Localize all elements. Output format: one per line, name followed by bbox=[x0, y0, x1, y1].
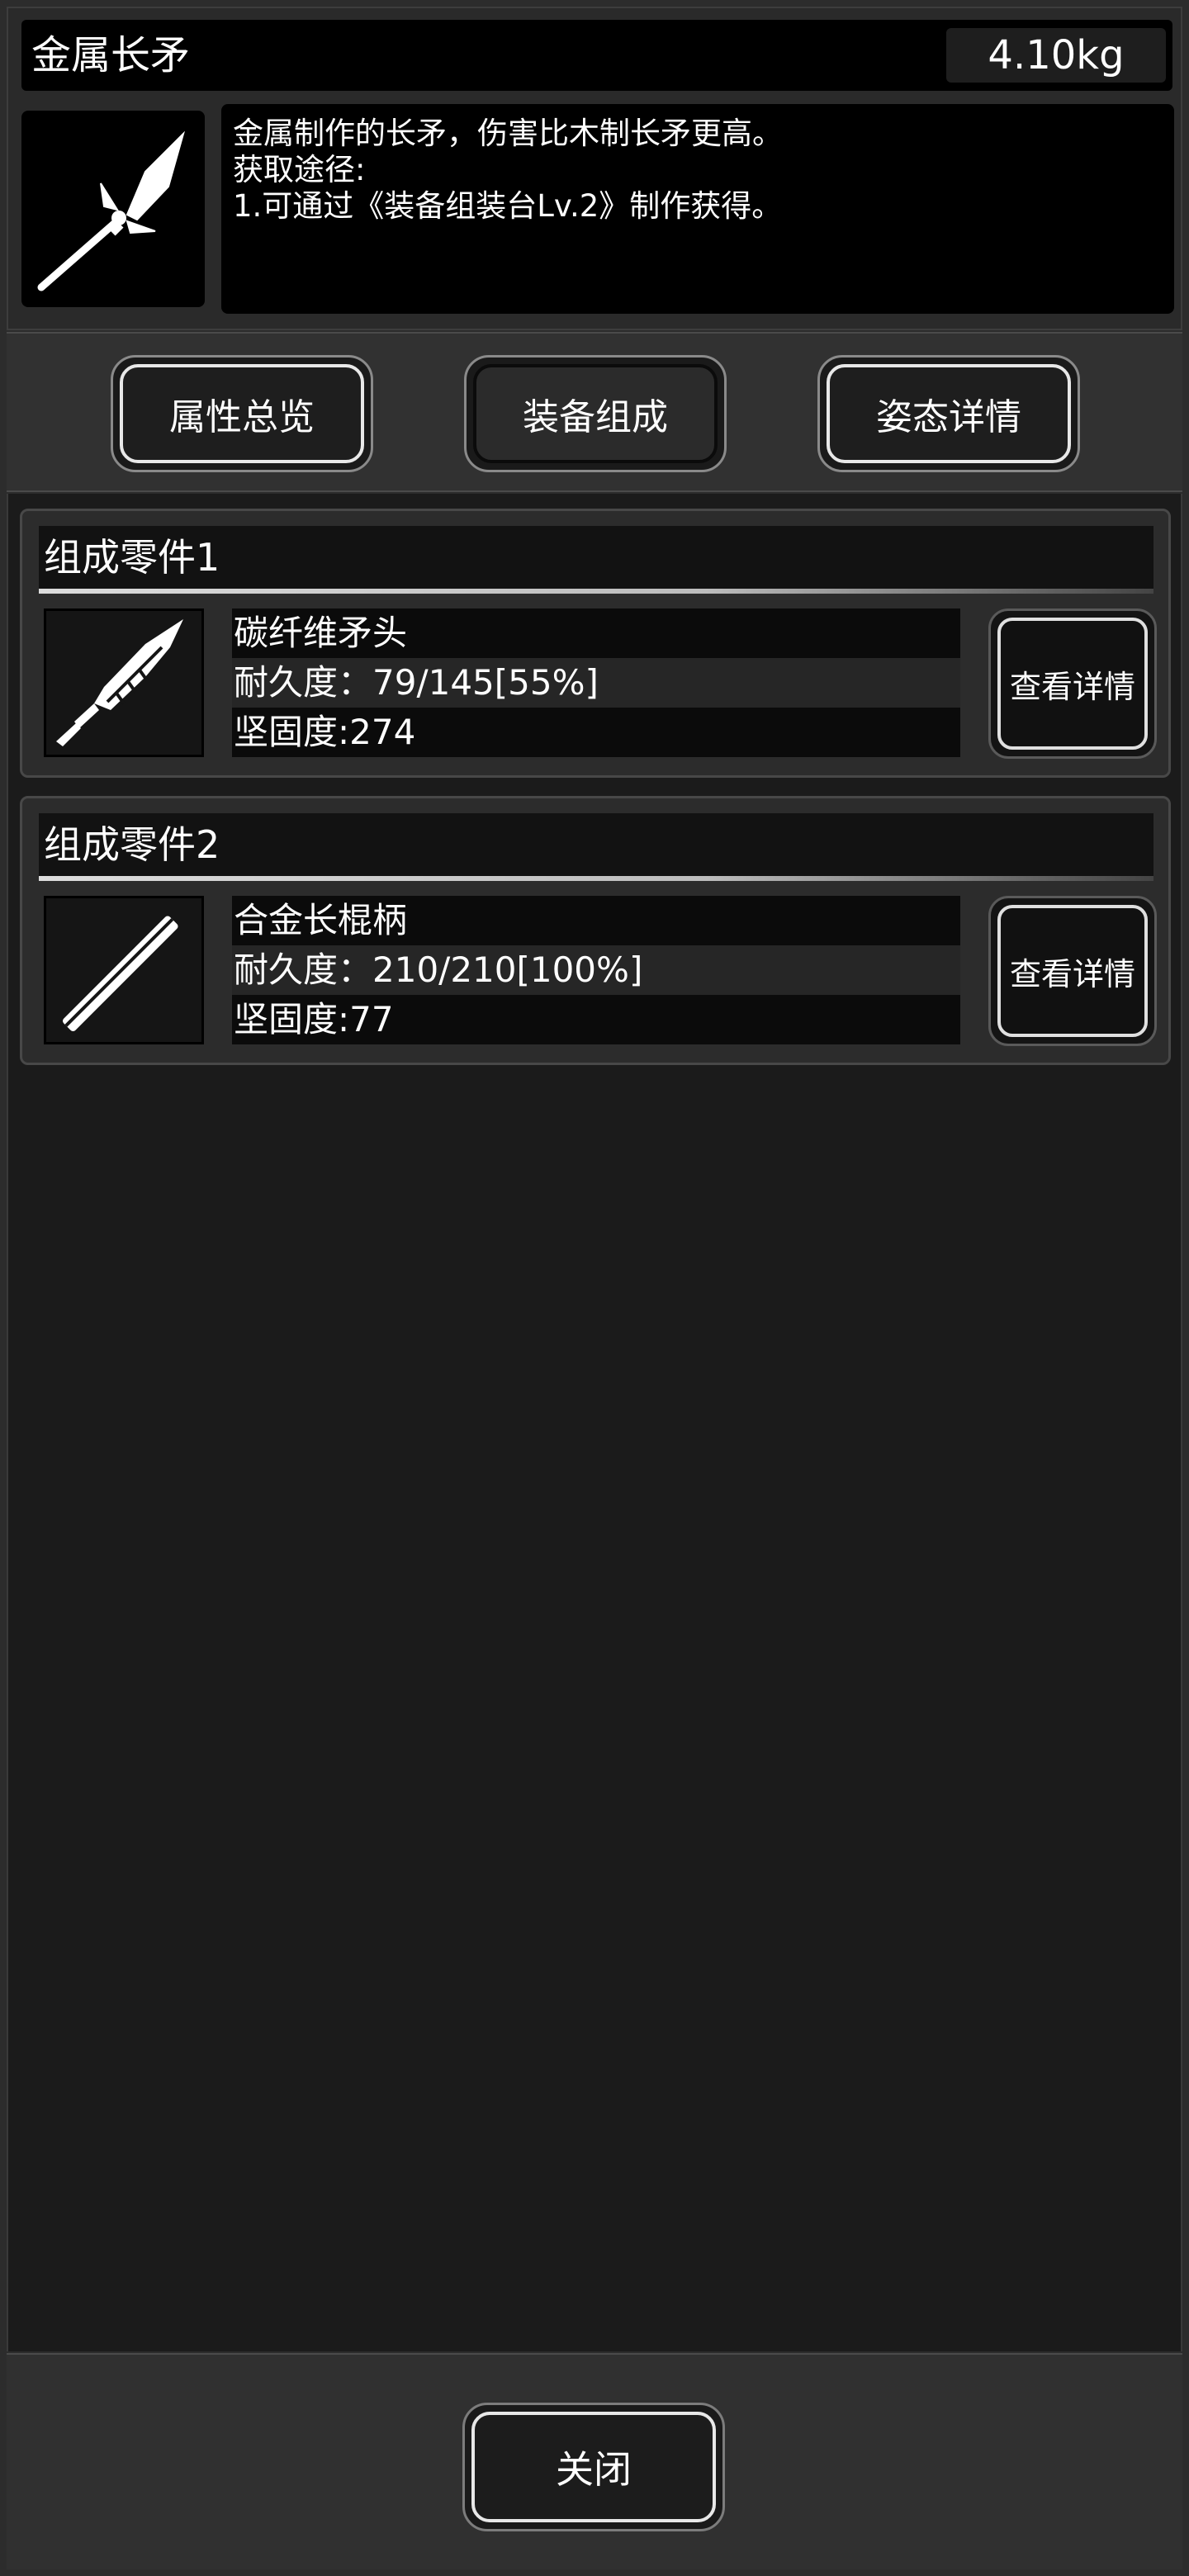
view-details-button[interactable]: 查看详情 bbox=[988, 896, 1157, 1046]
view-details-label: 查看详情 bbox=[997, 905, 1148, 1037]
spearhead-icon bbox=[56, 619, 183, 746]
title-bar: 金属长矛 4.10kg bbox=[21, 20, 1172, 91]
part-card: 组成零件1 碳纤维矛头 耐久度：79/145[55%] 坚固度:274 查看详情 bbox=[20, 509, 1171, 778]
tab-stance-details[interactable]: 姿态详情 bbox=[817, 355, 1080, 472]
part-card: 组成零件2 合金长棍柄 耐久度：210/210[100%] 坚固度:77 查看详… bbox=[20, 796, 1171, 1065]
item-image bbox=[21, 111, 205, 307]
item-weight: 4.10kg bbox=[946, 28, 1166, 83]
part-firmness: 坚固度:274 bbox=[232, 708, 960, 757]
part-name: 合金长棍柄 bbox=[232, 896, 960, 945]
item-name: 金属长矛 bbox=[31, 32, 191, 78]
view-details-label: 查看详情 bbox=[997, 618, 1148, 750]
part-name: 碳纤维矛头 bbox=[232, 608, 960, 658]
footer: 关闭 bbox=[7, 2353, 1182, 2569]
item-description: 金属制作的长矛，伤害比木制长矛更高。 获取途径: 1.可通过《装备组装台Lv.2… bbox=[221, 104, 1174, 314]
part-header: 组成零件1 bbox=[39, 526, 1153, 589]
close-label: 关闭 bbox=[471, 2412, 716, 2522]
tab-label: 姿态详情 bbox=[827, 364, 1071, 463]
close-button[interactable]: 关闭 bbox=[462, 2403, 725, 2531]
part-durability: 耐久度：79/145[55%] bbox=[232, 658, 960, 708]
tab-bar: 属性总览 装备组成 姿态详情 bbox=[7, 332, 1182, 492]
description-line: 1.可通过《装备组装台Lv.2》制作获得。 bbox=[233, 188, 783, 224]
tab-label: 装备组成 bbox=[473, 364, 718, 463]
spear-icon bbox=[37, 130, 185, 291]
part-header-label: 组成零件2 bbox=[44, 822, 220, 867]
equipment-dialog: 金属长矛 4.10kg 金属制作的长矛，伤害比木制长矛更高。 获取途径: 1.可… bbox=[0, 0, 1189, 2576]
description-line: 获取途径: bbox=[233, 152, 366, 187]
part-image bbox=[44, 896, 204, 1044]
parts-list: 组成零件1 碳纤维矛头 耐久度：79/145[55%] 坚固度:274 查看详情… bbox=[7, 494, 1182, 2351]
part-firmness: 坚固度:77 bbox=[232, 995, 960, 1044]
pole-icon bbox=[62, 916, 178, 1032]
item-header: 金属长矛 4.10kg 金属制作的长矛，伤害比木制长矛更高。 获取途径: 1.可… bbox=[7, 7, 1182, 330]
tab-equipment-composition[interactable]: 装备组成 bbox=[464, 355, 727, 472]
description-line: 金属制作的长矛，伤害比木制长矛更高。 bbox=[233, 116, 783, 151]
view-details-button[interactable]: 查看详情 bbox=[988, 608, 1157, 759]
part-durability: 耐久度：210/210[100%] bbox=[232, 945, 960, 995]
part-image bbox=[44, 608, 204, 757]
divider bbox=[39, 876, 1153, 881]
tab-attribute-overview[interactable]: 属性总览 bbox=[111, 355, 373, 472]
part-header: 组成零件2 bbox=[39, 813, 1153, 876]
tab-label: 属性总览 bbox=[120, 364, 364, 463]
divider bbox=[39, 589, 1153, 594]
part-header-label: 组成零件1 bbox=[44, 535, 220, 580]
